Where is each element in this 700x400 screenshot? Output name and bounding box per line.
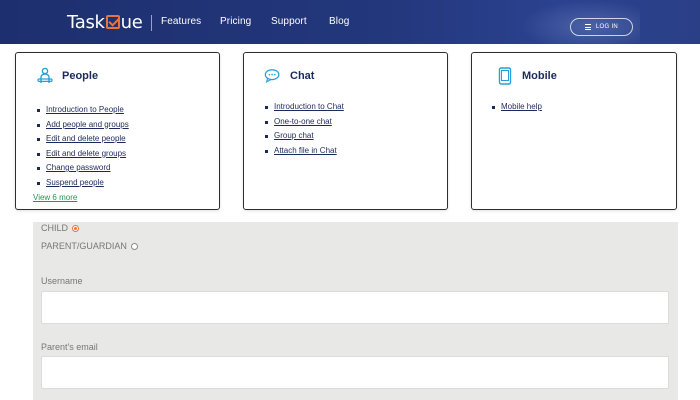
list-item: Change password: [37, 161, 129, 176]
login-button[interactable]: LOG IN: [570, 18, 633, 36]
topic-link[interactable]: Edit and delete people: [46, 134, 126, 143]
help-card-chat: Chat Introduction to Chat One-to-one cha…: [243, 52, 448, 210]
role-option-label: CHILD: [41, 223, 69, 233]
topic-link[interactable]: Change password: [46, 163, 110, 172]
list-item: Group chat: [265, 129, 344, 144]
list-item: Suspend people: [37, 176, 129, 191]
card-header: People: [36, 67, 98, 85]
list-item: Mobile help: [492, 100, 542, 115]
topic-link[interactable]: Attach file in Chat: [274, 146, 337, 155]
nav-link-blog[interactable]: Blog: [329, 16, 349, 27]
topic-link[interactable]: Group chat: [274, 131, 314, 140]
parent-email-input[interactable]: [41, 356, 669, 389]
card-header: Mobile: [496, 67, 557, 85]
logo-divider: [151, 15, 152, 31]
list-item: Add people and groups: [37, 118, 129, 133]
topic-link[interactable]: Add people and groups: [46, 120, 129, 129]
username-input[interactable]: [41, 291, 669, 324]
nav-link-features[interactable]: Features: [161, 16, 201, 27]
logo-checkbox-icon: [105, 15, 120, 29]
radio-button-checked[interactable]: [72, 224, 80, 232]
role-option-child[interactable]: CHILD: [41, 223, 80, 233]
help-card-people: People Introduction to People Add people…: [15, 52, 220, 210]
card-title-mobile: Mobile: [522, 70, 557, 82]
card-title-people: People: [62, 70, 99, 82]
list-item: Edit and delete people: [37, 132, 129, 147]
card-header: Chat: [264, 67, 314, 85]
role-option-parent[interactable]: PARENT/GUARDIAN: [41, 241, 138, 251]
nav-link-pricing[interactable]: Pricing: [220, 16, 251, 27]
mobile-topic-list: Mobile help: [492, 100, 542, 115]
list-item: Attach file in Chat: [265, 144, 344, 159]
top-nav-bar: Task ue Features Pricing Support Blog LO…: [0, 0, 700, 44]
taskque-logo[interactable]: Task ue: [67, 10, 143, 34]
menu-lines-icon: [584, 24, 591, 30]
chat-topic-list: Introduction to Chat One-to-one chat Gro…: [265, 100, 344, 158]
list-item: Introduction to Chat: [265, 100, 344, 115]
view-more-link[interactable]: View 6 more: [33, 193, 77, 202]
role-option-label: PARENT/GUARDIAN: [41, 241, 127, 251]
list-item: One-to-one chat: [265, 115, 344, 130]
topic-link[interactable]: Suspend people: [46, 178, 104, 187]
topic-link[interactable]: One-to-one chat: [274, 117, 332, 126]
chat-bubble-icon: [264, 69, 280, 83]
card-title-chat: Chat: [290, 70, 315, 82]
topic-link[interactable]: Edit and delete groups: [46, 149, 126, 158]
username-label: Username: [41, 276, 83, 286]
person-presenting-icon: [37, 67, 53, 83]
mobile-phone-icon: [498, 67, 512, 85]
topic-link[interactable]: Mobile help: [501, 102, 542, 111]
people-topic-list: Introduction to People Add people and gr…: [37, 103, 129, 190]
help-card-mobile: Mobile Mobile help: [471, 52, 677, 210]
radio-button-unchecked[interactable]: [130, 242, 138, 250]
list-item: Edit and delete groups: [37, 147, 129, 162]
topic-link[interactable]: Introduction to Chat: [274, 102, 344, 111]
logo-prefix-text: Task: [67, 11, 105, 33]
logo-suffix-text: ue: [120, 11, 143, 33]
list-item: Introduction to People: [37, 103, 129, 118]
login-label: LOG IN: [595, 24, 619, 30]
topic-link[interactable]: Introduction to People: [46, 105, 124, 114]
parent-email-label: Parent's email: [41, 342, 98, 352]
help-topics-dropdown: People Introduction to People Add people…: [0, 44, 700, 222]
nav-link-support[interactable]: Support: [271, 16, 307, 27]
